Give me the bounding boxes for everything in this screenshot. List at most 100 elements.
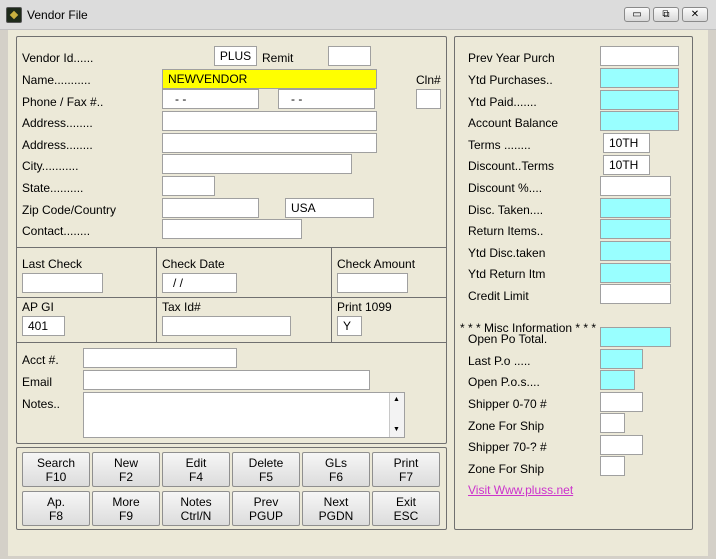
- divider: [16, 342, 447, 343]
- shipper-0-70-field[interactable]: [600, 392, 643, 412]
- button-label: GLs: [324, 456, 347, 470]
- divider: [16, 247, 447, 248]
- disc-taken-field[interactable]: [600, 198, 671, 218]
- address2-label: Address........: [22, 138, 93, 152]
- cln-field[interactable]: [416, 89, 441, 109]
- restore-button[interactable]: ⧉: [653, 7, 679, 22]
- country-field[interactable]: USA: [285, 198, 374, 218]
- last-check-label: Last Check: [22, 257, 83, 271]
- close-button[interactable]: ✕: [682, 7, 708, 22]
- last-check-field[interactable]: [22, 273, 103, 293]
- prev-year-purch-label: Prev Year Purch: [468, 51, 555, 65]
- discount-terms-label: Discount..Terms: [468, 159, 555, 173]
- last-po-field[interactable]: [600, 349, 643, 369]
- ytd-return-itm-field[interactable]: [600, 263, 671, 283]
- name-field[interactable]: NEWVENDOR: [162, 69, 377, 89]
- check-amount-field[interactable]: [337, 273, 408, 293]
- discount-pct-field[interactable]: [600, 176, 671, 196]
- button-label: Edit: [185, 456, 207, 470]
- state-field[interactable]: [162, 176, 215, 196]
- print-1099-field[interactable]: Y: [337, 316, 362, 336]
- credit-limit-field[interactable]: [600, 284, 671, 304]
- divider: [331, 297, 332, 342]
- remit-field[interactable]: [328, 46, 371, 66]
- exit-button[interactable]: Exit ESC: [372, 491, 440, 526]
- divider: [156, 247, 157, 297]
- fax-field[interactable]: - -: [278, 89, 375, 109]
- shipper-0-70-label: Shipper 0-70 #: [468, 397, 547, 411]
- open-po-total-field[interactable]: [600, 327, 671, 347]
- print-1099-label: Print 1099: [337, 300, 392, 314]
- button-label: Exit: [395, 495, 416, 509]
- button-label: Notes: [180, 495, 212, 509]
- button-label: Print: [393, 456, 419, 470]
- phone-fax-label: Phone / Fax #..: [22, 95, 104, 109]
- credit-limit-label: Credit Limit: [468, 289, 529, 303]
- ytd-paid-field[interactable]: [600, 90, 679, 110]
- name-label: Name...........: [22, 73, 91, 87]
- shipper-70-label: Shipper 70-? #: [468, 440, 547, 454]
- edit-button[interactable]: Edit F4: [162, 452, 230, 487]
- scroll-down-icon[interactable]: ▼: [393, 426, 400, 433]
- zip-field[interactable]: [162, 198, 259, 218]
- vendor-id-field[interactable]: PLUS: [214, 46, 257, 66]
- button-label: Search: [36, 456, 76, 470]
- button-label: Delete: [248, 456, 284, 470]
- zone-for-ship-label: Zone For Ship: [468, 419, 545, 433]
- check-date-label: Check Date: [162, 257, 225, 271]
- cln-label: Cln#: [416, 73, 441, 87]
- open-po-total-label: Open Po Total.: [468, 332, 548, 346]
- zone-for-ship-field[interactable]: [600, 413, 625, 433]
- delete-button[interactable]: Delete F5: [232, 452, 300, 487]
- address1-label: Address........: [22, 116, 93, 130]
- return-items-field[interactable]: [600, 219, 671, 239]
- ytd-purchases-label: Ytd Purchases..: [468, 73, 553, 87]
- button-label: Next: [323, 495, 349, 509]
- open-pos-label: Open P.o.s....: [468, 375, 540, 389]
- city-label: City...........: [22, 159, 79, 173]
- more-button[interactable]: More F9: [92, 491, 160, 526]
- address2-field[interactable]: [162, 133, 377, 153]
- contact-field[interactable]: [162, 219, 302, 239]
- address1-field[interactable]: [162, 111, 377, 131]
- ap-button[interactable]: Ap. F8: [22, 491, 90, 526]
- shipper-70-field[interactable]: [600, 435, 643, 455]
- zip-country-label: Zip Code/Country: [22, 203, 117, 217]
- notes-button[interactable]: Notes Ctrl/N: [162, 491, 230, 526]
- button-key: F6: [328, 470, 343, 484]
- button-key: Ctrl/N: [180, 509, 212, 523]
- notes-label: Notes..: [22, 397, 61, 411]
- title-bar: [0, 0, 716, 30]
- ap-gl-field[interactable]: 401: [22, 316, 65, 336]
- discount-terms-field[interactable]: 10TH: [603, 155, 650, 175]
- city-field[interactable]: [162, 154, 352, 174]
- print-button[interactable]: Print F7: [372, 452, 440, 487]
- acct-label: Acct #.: [22, 353, 59, 367]
- acct-field[interactable]: [83, 348, 237, 368]
- divider: [156, 297, 157, 342]
- account-balance-field[interactable]: [600, 111, 679, 131]
- open-pos-field[interactable]: [600, 370, 635, 390]
- phone-field[interactable]: - -: [162, 89, 259, 109]
- button-key: PGUP: [248, 509, 283, 523]
- prev-year-purch-field[interactable]: [600, 46, 679, 66]
- tax-id-field[interactable]: [162, 316, 291, 336]
- ytd-disc-taken-field[interactable]: [600, 241, 671, 261]
- button-key: F8: [48, 509, 63, 523]
- zone-for-ship-2-field[interactable]: [600, 456, 625, 476]
- email-field[interactable]: [83, 370, 370, 390]
- button-label: More: [112, 495, 140, 509]
- search-button[interactable]: Search F10: [22, 452, 90, 487]
- new-button[interactable]: New F2: [92, 452, 160, 487]
- next-button[interactable]: Next PGDN: [302, 491, 370, 526]
- scroll-up-icon[interactable]: ▲: [393, 396, 400, 403]
- minimize-button[interactable]: ▭: [624, 7, 650, 22]
- button-key: ESC: [393, 509, 419, 523]
- ytd-purchases-field[interactable]: [600, 68, 679, 88]
- terms-field[interactable]: 10TH: [603, 133, 650, 153]
- visit-website-link[interactable]: Visit Www.pluss.net: [468, 483, 573, 497]
- check-date-field[interactable]: / /: [162, 273, 237, 293]
- gls-button[interactable]: GLs F6: [302, 452, 370, 487]
- prev-button[interactable]: Prev PGUP: [232, 491, 300, 526]
- notes-field[interactable]: [83, 392, 405, 438]
